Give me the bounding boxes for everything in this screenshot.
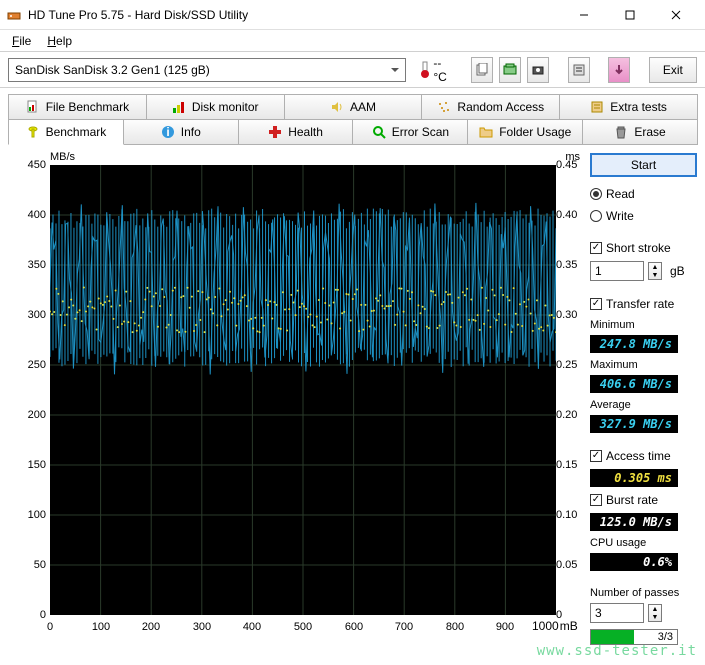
tab-disk-monitor[interactable]: Disk monitor [146, 94, 285, 120]
copy-screenshot-button[interactable] [499, 57, 521, 83]
y-left-unit: MB/s [50, 151, 75, 163]
checkbox-icon: ✓ [590, 494, 602, 506]
access-time-value: 0.305 ms [590, 469, 678, 487]
progress-text: 3/3 [658, 630, 673, 644]
tab-file-benchmark[interactable]: File Benchmark [8, 94, 147, 120]
progress-fill [591, 630, 634, 644]
health-icon [268, 125, 282, 139]
radio-icon [590, 188, 602, 200]
options-button[interactable] [568, 57, 590, 83]
tab-extra-tests[interactable]: Extra tests [559, 94, 698, 120]
tabs-row-bottom: Benchmark i Info Health Error Scan Folder… [8, 119, 697, 145]
checkbox-icon: ✓ [590, 298, 602, 310]
save-screenshot-button[interactable] [527, 57, 549, 83]
menubar: File Help [0, 30, 705, 52]
temperature-value: -- °C [433, 56, 453, 84]
x-tick-last: 1000mB [532, 619, 578, 633]
titlebar: HD Tune Pro 5.75 - Hard Disk/SSD Utility [0, 0, 705, 30]
benchmark-icon [26, 125, 40, 139]
tab-health[interactable]: Health [238, 119, 354, 145]
average-label: Average [590, 399, 697, 411]
drive-select[interactable]: SanDisk SanDisk 3.2 Gen1 (125 gB) [8, 58, 406, 82]
check-burst-rate[interactable]: ✓Burst rate [590, 491, 697, 509]
tab-label: Folder Usage [499, 125, 571, 139]
checkbox-icon: ✓ [590, 450, 602, 462]
minimize-button[interactable] [561, 0, 607, 30]
tab-error-scan[interactable]: Error Scan [352, 119, 468, 145]
burst-rate-value: 125.0 MB/s [590, 513, 678, 531]
tab-erase[interactable]: Erase [582, 119, 698, 145]
tab-label: Error Scan [392, 125, 449, 139]
exit-label: Exit [663, 63, 683, 77]
minimum-value: 247.8 MB/s [590, 335, 678, 353]
tab-aam[interactable]: AAM [284, 94, 423, 120]
erase-icon [614, 125, 628, 139]
side-panel: Start Read Write ✓Short stroke 1 ▲▼ gB ✓… [590, 151, 697, 645]
menu-file[interactable]: File [4, 32, 39, 50]
aam-icon [330, 100, 344, 114]
tab-label: Info [181, 125, 201, 139]
folder-usage-icon [479, 125, 493, 139]
disk-monitor-icon [172, 100, 186, 114]
window-title: HD Tune Pro 5.75 - Hard Disk/SSD Utility [28, 8, 561, 22]
thermometer-icon [418, 61, 429, 79]
tab-label: Random Access [457, 100, 544, 114]
short-stroke-input[interactable]: 1 [590, 261, 644, 281]
tabs-row-top: File Benchmark Disk monitor AAM Random A… [8, 94, 697, 120]
exit-button[interactable]: Exit [649, 57, 697, 83]
toolbar: SanDisk SanDisk 3.2 Gen1 (125 gB) -- °C … [0, 52, 705, 88]
minimum-label: Minimum [590, 319, 697, 331]
drive-select-text: SanDisk SanDisk 3.2 Gen1 (125 gB) [15, 63, 210, 77]
passes-label: Number of passes [590, 587, 697, 599]
check-short-stroke[interactable]: ✓Short stroke [590, 239, 697, 257]
file-benchmark-icon [26, 100, 40, 114]
error-scan-icon [372, 125, 386, 139]
maximum-value: 406.6 MB/s [590, 375, 678, 393]
start-label: Start [631, 158, 656, 172]
tab-info[interactable]: i Info [123, 119, 239, 145]
passes-spinner[interactable]: ▲▼ [648, 604, 662, 622]
svg-text:i: i [166, 125, 169, 139]
short-stroke-unit: gB [670, 264, 685, 278]
radio-write[interactable]: Write [590, 207, 697, 225]
tab-random-access[interactable]: Random Access [421, 94, 560, 120]
app-icon [6, 7, 22, 23]
content-area: MB/s ms 450 [0, 145, 705, 653]
watermark: www.ssd-tester.it [537, 643, 697, 659]
extra-tests-icon [590, 100, 604, 114]
tab-label: Extra tests [610, 100, 667, 114]
passes-input[interactable]: 3 [590, 603, 644, 623]
cpu-usage-label: CPU usage [590, 537, 697, 549]
short-stroke-spinner[interactable]: ▲▼ [648, 262, 662, 280]
copy-info-button[interactable] [471, 57, 493, 83]
maximize-button[interactable] [607, 0, 653, 30]
radio-icon [590, 210, 602, 222]
tab-label: AAM [350, 100, 376, 114]
cpu-usage-value: 0.6% [590, 553, 678, 571]
chart-svg [50, 165, 556, 615]
maximum-label: Maximum [590, 359, 697, 371]
start-button[interactable]: Start [590, 153, 697, 177]
checkbox-icon: ✓ [590, 242, 602, 254]
average-value: 327.9 MB/s [590, 415, 678, 433]
info-icon: i [161, 125, 175, 139]
check-access-time[interactable]: ✓Access time [590, 447, 697, 465]
tab-benchmark[interactable]: Benchmark [8, 119, 124, 145]
tab-label: Erase [634, 125, 665, 139]
temperature-display: -- °C [412, 56, 459, 84]
benchmark-chart: MB/s ms 450 [8, 151, 584, 645]
radio-read[interactable]: Read [590, 185, 697, 203]
check-transfer-rate[interactable]: ✓Transfer rate [590, 295, 697, 313]
tab-folder-usage[interactable]: Folder Usage [467, 119, 583, 145]
menu-help[interactable]: Help [39, 32, 80, 50]
close-button[interactable] [653, 0, 699, 30]
tab-label: Health [288, 125, 323, 139]
save-button[interactable] [608, 57, 630, 83]
tab-label: Benchmark [46, 125, 107, 139]
tab-label: Disk monitor [192, 100, 259, 114]
random-access-icon [437, 100, 451, 114]
tab-label: File Benchmark [46, 100, 129, 114]
